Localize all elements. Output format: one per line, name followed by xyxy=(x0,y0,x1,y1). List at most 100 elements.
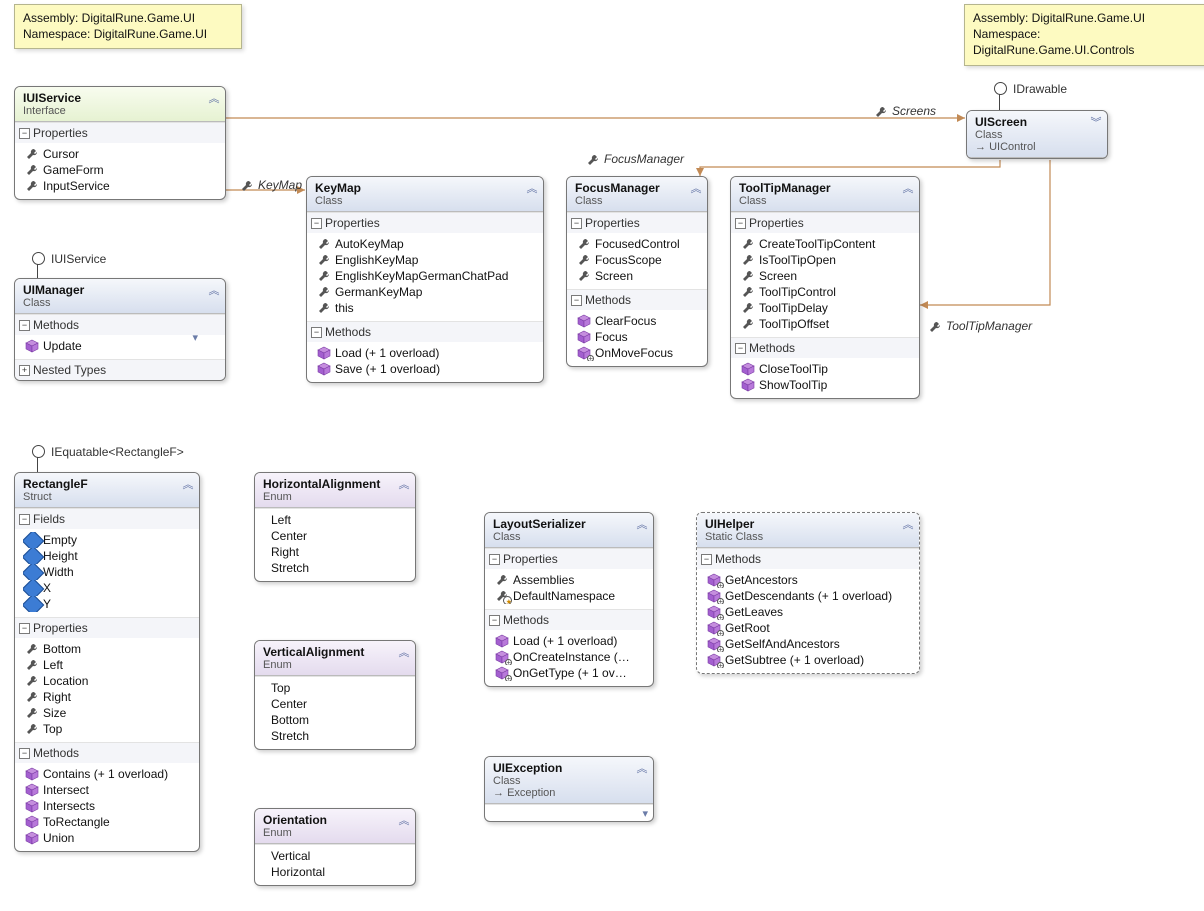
enum-halign[interactable]: HorizontalAlignment Enum ︽ Left Center R… xyxy=(254,472,416,582)
minus-icon[interactable]: − xyxy=(735,218,746,229)
list-item[interactable]: Horizontal xyxy=(267,864,407,880)
minus-icon[interactable]: − xyxy=(571,295,582,306)
class-uiexception[interactable]: UIException Class Exception ︽ ▾ xyxy=(484,756,654,822)
list-item[interactable]: ToolTipDelay xyxy=(739,300,911,316)
list-item[interactable]: Stretch xyxy=(267,728,407,744)
filter-icon[interactable]: ▾ xyxy=(642,807,648,820)
class-layoutserializer[interactable]: LayoutSerializer Class ︽ ▾ −Properties A… xyxy=(484,512,654,687)
enum-valign[interactable]: VerticalAlignment Enum ︽ Top Center Bott… xyxy=(254,640,416,750)
minus-icon[interactable]: − xyxy=(19,320,30,331)
list-item[interactable]: GetSelfAndAncestors xyxy=(705,636,911,652)
minus-icon[interactable]: − xyxy=(19,623,30,634)
list-item[interactable]: Bottom xyxy=(267,712,407,728)
collapse-icon[interactable]: ︽ xyxy=(397,813,411,827)
list-item[interactable]: Screen xyxy=(739,268,911,284)
list-item[interactable]: Location xyxy=(23,673,191,689)
list-item[interactable]: Empty xyxy=(23,532,191,548)
list-item[interactable]: OnCreateInstance (… xyxy=(493,649,645,665)
list-item[interactable]: Top xyxy=(23,721,191,737)
class-uihelper[interactable]: UIHelper Static Class ︽ ▾ −Methods GetAn… xyxy=(696,512,920,674)
list-item[interactable]: Top xyxy=(267,680,407,696)
list-item[interactable]: IsToolTipOpen xyxy=(739,252,911,268)
list-item[interactable]: DefaultNamespace xyxy=(493,588,645,604)
list-item[interactable]: OnGetType (+ 1 ov… xyxy=(493,665,645,681)
list-item[interactable]: FocusScope xyxy=(575,252,699,268)
class-focusmanager[interactable]: FocusManager Class ︽ ▾ −Properties Focus… xyxy=(566,176,708,367)
collapse-icon[interactable]: ︽ xyxy=(689,181,703,195)
collapse-icon[interactable]: ︽ xyxy=(397,645,411,659)
minus-icon[interactable]: − xyxy=(489,615,500,626)
list-item[interactable]: Left xyxy=(267,512,407,528)
class-uiscreen[interactable]: UIScreen Class UIControl ︾ xyxy=(966,110,1108,159)
list-item[interactable]: GermanKeyMap xyxy=(315,284,535,300)
list-item[interactable]: Center xyxy=(267,696,407,712)
collapse-icon[interactable]: ︽ xyxy=(635,761,649,775)
list-item[interactable]: Intersect xyxy=(23,782,191,798)
minus-icon[interactable]: − xyxy=(571,218,582,229)
list-item[interactable]: ToRectangle xyxy=(23,814,191,830)
list-item[interactable]: Right xyxy=(267,544,407,560)
class-uimanager[interactable]: UIManager Class ︽ ▾ −Methods Update +Nes… xyxy=(14,278,226,381)
list-item[interactable]: Stretch xyxy=(267,560,407,576)
list-item[interactable]: GameForm xyxy=(23,162,217,178)
collapse-icon[interactable]: ︽ xyxy=(207,283,221,297)
collapse-icon[interactable]: ︽ xyxy=(901,181,915,195)
list-item[interactable]: Right xyxy=(23,689,191,705)
expand-icon[interactable]: ︾ xyxy=(1089,115,1103,129)
list-item[interactable]: Height xyxy=(23,548,191,564)
plus-icon[interactable]: + xyxy=(19,365,30,376)
list-item[interactable]: Size xyxy=(23,705,191,721)
list-item[interactable]: Focus xyxy=(575,329,699,345)
list-item[interactable]: ToolTipControl xyxy=(739,284,911,300)
list-item[interactable]: AutoKeyMap xyxy=(315,236,535,252)
minus-icon[interactable]: − xyxy=(311,218,322,229)
minus-icon[interactable]: − xyxy=(19,514,30,525)
minus-icon[interactable]: − xyxy=(19,748,30,759)
list-item[interactable]: Width xyxy=(23,564,191,580)
list-item[interactable]: ShowToolTip xyxy=(739,377,911,393)
minus-icon[interactable]: − xyxy=(701,554,712,565)
list-item[interactable]: Save (+ 1 overload) xyxy=(315,361,535,377)
list-item[interactable]: EnglishKeyMap xyxy=(315,252,535,268)
list-item[interactable]: GetSubtree (+ 1 overload) xyxy=(705,652,911,668)
list-item[interactable]: ClearFocus xyxy=(575,313,699,329)
minus-icon[interactable]: − xyxy=(311,327,322,338)
list-item[interactable]: Update xyxy=(23,338,217,354)
class-tooltipmanager[interactable]: ToolTipManager Class ︽ ▾ −Properties Cre… xyxy=(730,176,920,399)
list-item[interactable]: OnMoveFocus xyxy=(575,345,699,361)
list-item[interactable]: Vertical xyxy=(267,848,407,864)
list-item[interactable]: EnglishKeyMapGermanChatPad xyxy=(315,268,535,284)
list-item[interactable]: Load (+ 1 overload) xyxy=(315,345,535,361)
list-item[interactable]: Union xyxy=(23,830,191,846)
class-keymap[interactable]: KeyMap Class ︽ ▾ −Properties AutoKeyMap … xyxy=(306,176,544,383)
list-item[interactable]: GetLeaves xyxy=(705,604,911,620)
list-item[interactable]: CreateToolTipContent xyxy=(739,236,911,252)
list-item[interactable]: CloseToolTip xyxy=(739,361,911,377)
minus-icon[interactable]: − xyxy=(735,343,746,354)
list-item[interactable]: this xyxy=(315,300,535,316)
list-item[interactable]: InputService xyxy=(23,178,217,194)
class-rectanglef[interactable]: RectangleF Struct ︽ ▾ −Fields Empty Heig… xyxy=(14,472,200,852)
list-item[interactable]: Cursor xyxy=(23,146,217,162)
list-item[interactable]: GetRoot xyxy=(705,620,911,636)
list-item[interactable]: Load (+ 1 overload) xyxy=(493,633,645,649)
list-item[interactable]: GetAncestors xyxy=(705,572,911,588)
list-item[interactable]: ToolTipOffset xyxy=(739,316,911,332)
list-item[interactable]: Left xyxy=(23,657,191,673)
collapse-icon[interactable]: ︽ xyxy=(635,517,649,531)
list-item[interactable]: GetDescendants (+ 1 overload) xyxy=(705,588,911,604)
list-item[interactable]: Intersects xyxy=(23,798,191,814)
list-item[interactable]: Y xyxy=(23,596,191,612)
enum-orientation[interactable]: Orientation Enum ︽ Vertical Horizontal xyxy=(254,808,416,886)
collapse-icon[interactable]: ︽ xyxy=(525,181,539,195)
list-item[interactable]: Bottom xyxy=(23,641,191,657)
collapse-icon[interactable]: ︽ xyxy=(181,477,195,491)
list-item[interactable]: X xyxy=(23,580,191,596)
class-iuiservice[interactable]: IUIService Interface ︽ −Properties Curso… xyxy=(14,86,226,200)
minus-icon[interactable]: − xyxy=(19,128,30,139)
minus-icon[interactable]: − xyxy=(489,554,500,565)
list-item[interactable]: Contains (+ 1 overload) xyxy=(23,766,191,782)
collapse-icon[interactable]: ︽ xyxy=(901,517,915,531)
collapse-icon[interactable]: ︽ xyxy=(397,477,411,491)
list-item[interactable]: Assemblies xyxy=(493,572,645,588)
